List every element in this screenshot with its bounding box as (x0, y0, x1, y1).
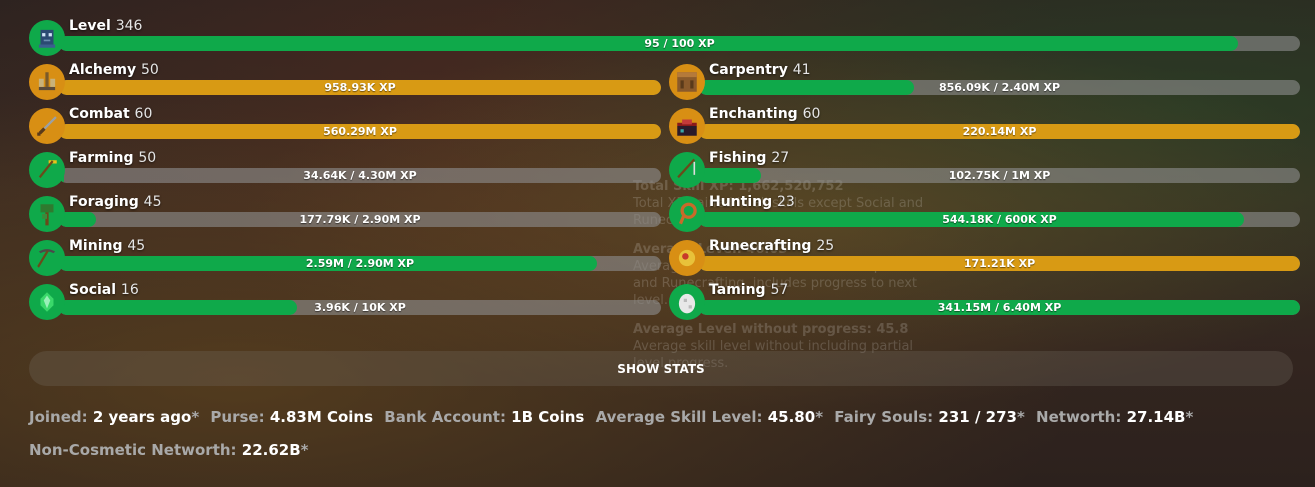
xp-text: 102.75K / 1M XP (948, 169, 1051, 182)
asterisk: * (1185, 408, 1194, 426)
xp-text: 177.79K / 2.90M XP (299, 213, 421, 226)
show-stats-button[interactable]: SHOW STATS (29, 351, 1293, 386)
skill-name: Fishing 27 (709, 150, 790, 166)
skill-name: Alchemy 50 (69, 62, 159, 78)
skill-name: Carpentry 41 (709, 62, 811, 78)
noncosmetic-networth-label: Non-Cosmetic Networth: (29, 441, 237, 459)
skill-name: Enchanting 60 (709, 106, 821, 122)
xp-bar: 544.18K / 600K XP (699, 212, 1300, 227)
xp-text: 3.96K / 10K XP (314, 301, 406, 314)
fairy-souls-value[interactable]: 231 / 273 (938, 408, 1017, 426)
xp-bar: 95 / 100 XP (59, 36, 1300, 51)
profile-stats-2: Non-Cosmetic Networth: 22.62B* (29, 441, 315, 459)
xp-bar: 958.93K XP (59, 80, 661, 95)
xp-bar: 3.96K / 10K XP (59, 300, 661, 315)
hoe-icon (29, 152, 65, 188)
skill-fishing[interactable]: Fishing 27 102.75K / 1M XP (669, 150, 1300, 194)
spawn-egg-icon (669, 284, 705, 320)
joined-value[interactable]: 2 years ago (93, 408, 191, 426)
fishing-rod-icon (669, 152, 705, 188)
xp-text: 34.64K / 4.30M XP (303, 169, 417, 182)
skill-farming[interactable]: Farming 50 34.64K / 4.30M XP (29, 150, 661, 194)
lasso-icon (669, 196, 705, 232)
xp-bar: 220.14M XP (699, 124, 1300, 139)
xp-bar: 560.29M XP (59, 124, 661, 139)
skill-name: Foraging 45 (69, 194, 162, 210)
networth-value[interactable]: 27.14B (1127, 408, 1186, 426)
emerald-icon (29, 284, 65, 320)
xp-bar: 2.59M / 2.90M XP (59, 256, 661, 271)
xp-text: 856.09K / 2.40M XP (938, 81, 1061, 94)
profile-stats: Joined: 2 years ago* Purse: 4.83M Coins … (29, 408, 1199, 426)
xp-text: 171.21K XP (963, 257, 1036, 270)
xp-bar: 341.15M / 6.40M XP (699, 300, 1300, 315)
skill-name: Social 16 (69, 282, 139, 298)
xp-bar: 177.79K / 2.90M XP (59, 212, 661, 227)
skill-alchemy[interactable]: Alchemy 50 958.93K XP (29, 62, 661, 106)
xp-text: 560.29M XP (323, 125, 397, 138)
bank-label: Bank Account: (384, 408, 506, 426)
skill-foraging[interactable]: Foraging 45 177.79K / 2.90M XP (29, 194, 661, 238)
xp-text: 220.14M XP (962, 125, 1037, 138)
joined-label: Joined: (29, 408, 88, 426)
xp-text: 341.15M / 6.40M XP (937, 301, 1062, 314)
crafting-table-icon (669, 64, 705, 100)
pickaxe-icon (29, 240, 65, 276)
noncosmetic-networth-value[interactable]: 22.62B (242, 441, 301, 459)
asterisk: * (1016, 408, 1025, 426)
skill-name: Level 346 (69, 18, 143, 34)
xp-text: 2.59M / 2.90M XP (305, 257, 415, 270)
skill-name: Mining 45 (69, 238, 146, 254)
skill-name: Combat 60 (69, 106, 153, 122)
asterisk: * (300, 441, 309, 459)
skill-name: Taming 57 (709, 282, 789, 298)
asterisk: * (191, 408, 200, 426)
xp-bar: 34.64K / 4.30M XP (59, 168, 661, 183)
purse-label: Purse: (210, 408, 265, 426)
skill-hunting[interactable]: Hunting 23 544.18K / 600K XP (669, 194, 1300, 238)
xp-bar: 856.09K / 2.40M XP (699, 80, 1300, 95)
avg-skill-value[interactable]: 45.80 (768, 408, 815, 426)
skill-social[interactable]: Social 16 3.96K / 10K XP (29, 282, 661, 326)
rune-orb-icon (669, 240, 705, 276)
player-avatar-icon (29, 20, 65, 56)
xp-bar: 102.75K / 1M XP (699, 168, 1300, 183)
xp-bar: 171.21K XP (699, 256, 1300, 271)
sword-icon (29, 108, 65, 144)
skill-taming[interactable]: Taming 57 341.15M / 6.40M XP (669, 282, 1300, 326)
xp-text: 958.93K XP (324, 81, 396, 94)
enchanting-table-icon (669, 108, 705, 144)
xp-text: 544.18K / 600K XP (942, 213, 1057, 226)
brewing-stand-icon (29, 64, 65, 100)
skill-enchanting[interactable]: Enchanting 60 220.14M XP (669, 106, 1300, 150)
xp-text: 95 / 100 XP (644, 37, 715, 50)
skill-level[interactable]: Level 346 95 / 100 XP (29, 18, 1300, 62)
skill-combat[interactable]: Combat 60 560.29M XP (29, 106, 661, 150)
skill-mining[interactable]: Mining 45 2.59M / 2.90M XP (29, 238, 661, 282)
skill-runecrafting[interactable]: Runecrafting 25 171.21K XP (669, 238, 1300, 282)
skill-name: Hunting 23 (709, 194, 795, 210)
bank-value: 1B Coins (511, 408, 585, 426)
skill-carpentry[interactable]: Carpentry 41 856.09K / 2.40M XP (669, 62, 1300, 106)
fairy-souls-label: Fairy Souls: (834, 408, 934, 426)
avg-skill-label: Average Skill Level: (595, 408, 763, 426)
asterisk: * (815, 408, 824, 426)
purse-value: 4.83M Coins (269, 408, 374, 426)
sapling-icon (29, 196, 65, 232)
skill-name: Runecrafting 25 (709, 238, 835, 254)
networth-label: Networth: (1036, 408, 1122, 426)
skill-name: Farming 50 (69, 150, 157, 166)
